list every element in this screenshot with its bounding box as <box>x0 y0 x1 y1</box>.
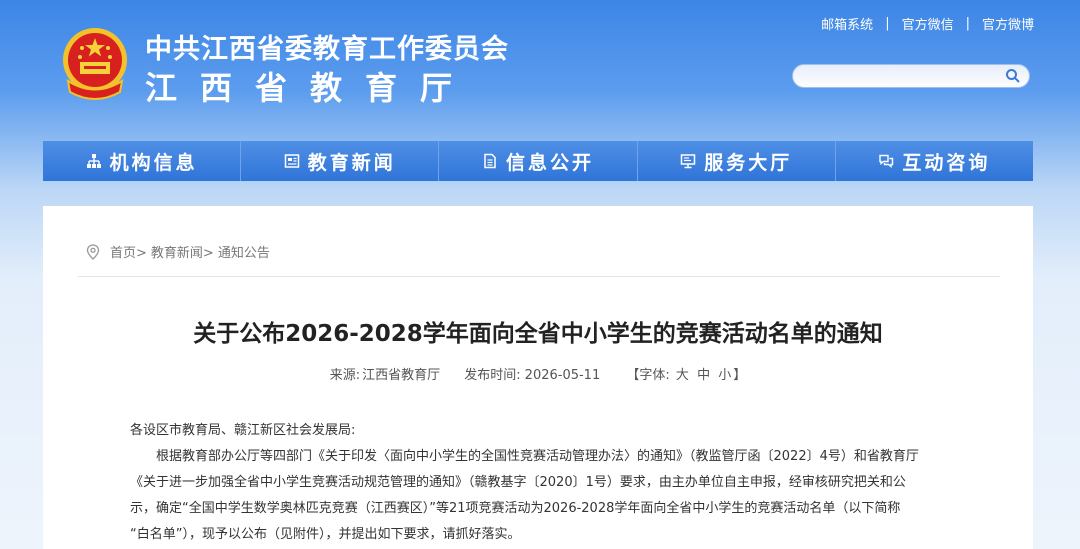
search-icon[interactable] <box>1005 68 1021 84</box>
font-size-close: 】 <box>733 368 747 383</box>
source-label: 来源: <box>329 368 361 383</box>
main-nav: 机构信息 教育新闻 信息公开 服务大厅 互动咨询 <box>43 141 1034 181</box>
breadcrumb-notices[interactable]: 通知公告 <box>218 242 270 261</box>
breadcrumb-home[interactable]: 首页> <box>110 242 147 261</box>
link-separator: | <box>885 16 890 31</box>
link-separator: | <box>965 16 970 31</box>
nav-label: 互动咨询 <box>902 151 991 174</box>
content-panel: 首页> 教育新闻> 通知公告 关于公布2026-2028学年面向全省中小学生的竞… <box>43 206 1033 549</box>
time-label: 发布时间: <box>464 368 521 383</box>
paragraph-line: 《关于进一步加强全省中小学生竞赛活动规范管理的通知》（赣教基字〔2020〕1号）… <box>130 475 906 490</box>
site-title-committee: 中共江西省委教育工作委员会 <box>145 34 509 65</box>
nav-item-edu-news[interactable]: 教育新闻 <box>241 141 440 181</box>
site-header: 中共江西省委教育工作委员会 江西省教育厅 邮箱系统 | 官方微信 | 官方微博 <box>0 0 1080 135</box>
org-chart-icon <box>86 154 101 168</box>
font-size-medium[interactable]: 中 <box>697 368 710 383</box>
paragraph-line: “白名单”），现予以公布（见附件），并提出如下要求，请抓好落实。 <box>130 527 521 542</box>
search-box <box>792 64 1030 88</box>
site-title-department: 江西省教育厅 <box>145 69 476 107</box>
mail-system-link[interactable]: 邮箱系统 <box>821 14 873 33</box>
article-body: 各设区市教育局、赣江新区社会发展局: 根据教育部办公厅等四部门《关于印发〈面向中… <box>130 418 940 548</box>
nav-label: 服务大厅 <box>704 151 793 174</box>
font-size-small[interactable]: 小 <box>718 368 731 383</box>
source-info: 来源: 江西省教育厅 <box>330 368 440 383</box>
divider <box>78 276 1000 277</box>
paragraph-line: 示，确定“全国中学生数学奥林匹克竞赛（江西赛区）”等21项竞赛活动为2026-2… <box>130 501 901 516</box>
top-links: 邮箱系统 | 官方微信 | 官方微博 <box>821 14 1034 33</box>
news-icon <box>284 154 300 168</box>
font-size-label: 【字体: <box>626 368 670 383</box>
publish-time: 发布时间: 2026-05-11 <box>464 368 600 383</box>
font-size-large[interactable]: 大 <box>676 368 689 383</box>
chat-icon <box>879 154 894 168</box>
monitor-icon <box>680 154 696 169</box>
document-icon <box>484 153 496 169</box>
nav-item-info-disclosure[interactable]: 信息公开 <box>439 141 638 181</box>
time-value: 2026-05-11 <box>524 368 601 383</box>
breadcrumb-edu-news[interactable]: 教育新闻> <box>151 242 214 261</box>
article-meta: 来源: 江西省教育厅 发布时间: 2026-05-11 【字体: 大 中 小】 <box>43 364 1033 383</box>
nav-item-org-info[interactable]: 机构信息 <box>43 141 242 181</box>
search-input[interactable] <box>793 65 993 87</box>
national-emblem-icon <box>63 28 127 100</box>
official-weibo-link[interactable]: 官方微博 <box>982 14 1034 33</box>
paragraph-line: 根据教育部办公厅等四部门《关于印发〈面向中小学生的全国性竞赛活动管理办法〉的通知… <box>156 449 919 464</box>
breadcrumb: 首页> 教育新闻> 通知公告 <box>86 242 270 261</box>
article-title: 关于公布2026-2028学年面向全省中小学生的竞赛活动名单的通知 <box>193 321 883 347</box>
official-wechat-link[interactable]: 官方微信 <box>902 14 954 33</box>
nav-item-service-hall[interactable]: 服务大厅 <box>637 141 836 181</box>
nav-item-interactive-consult[interactable]: 互动咨询 <box>835 141 1034 181</box>
location-pin-icon <box>86 243 100 260</box>
nav-label: 教育新闻 <box>307 151 396 174</box>
salutation: 各设区市教育局、赣江新区社会发展局: <box>130 423 356 438</box>
nav-label: 信息公开 <box>506 151 595 174</box>
nav-label: 机构信息 <box>109 151 198 174</box>
font-size-switcher: 【字体: 大 中 小】 <box>626 368 746 383</box>
source-value: 江西省教育厅 <box>362 368 441 383</box>
